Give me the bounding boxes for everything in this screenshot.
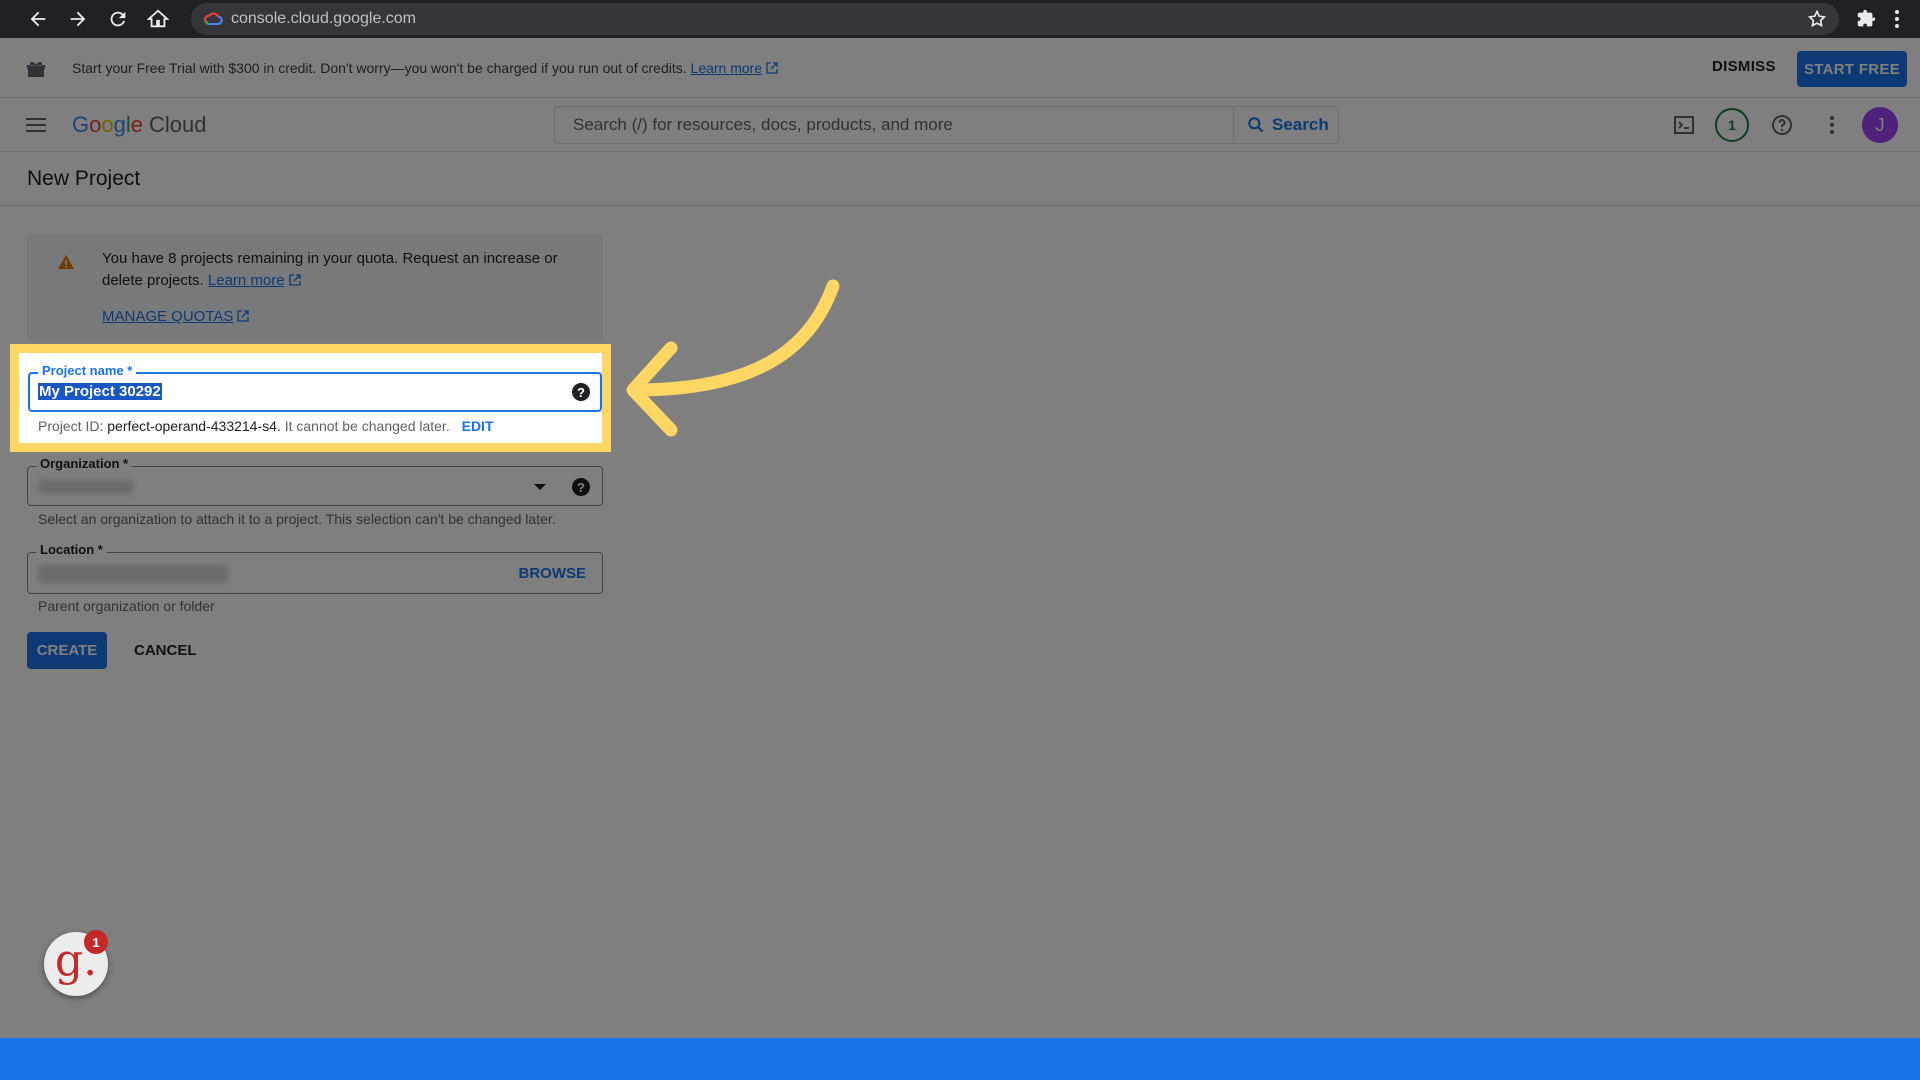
organization-select[interactable]: Organization * ? [27, 456, 603, 506]
back-icon[interactable] [18, 0, 58, 38]
pointer-arrow-icon [626, 279, 840, 437]
warning-icon [58, 255, 74, 269]
organization-hint: Select an organization to attach it to a… [38, 511, 556, 527]
cloud-shell-icon[interactable] [1672, 113, 1696, 137]
redacted-location-value [38, 565, 228, 583]
avatar[interactable]: J [1862, 107, 1898, 143]
forward-icon[interactable] [58, 0, 98, 38]
browser-menu-icon[interactable] [1893, 8, 1901, 30]
quota-message: You have 8 projects remaining in your qu… [102, 250, 558, 289]
project-name-help-icon[interactable]: ? [572, 383, 590, 401]
location-label: Location * [36, 542, 107, 557]
project-name-value: My Project 30292 [38, 383, 162, 400]
search-button[interactable]: Search [1233, 106, 1339, 144]
browser-toolbar: console.cloud.google.com [0, 0, 1920, 38]
guidde-widget[interactable]: g. 1 [44, 930, 108, 996]
trial-message: Start your Free Trial with $300 in credi… [72, 60, 687, 76]
page-title-bar: New Project [0, 152, 1920, 206]
url-text: console.cloud.google.com [231, 10, 417, 27]
organization-help-icon[interactable]: ? [572, 478, 590, 496]
google-cloud-logo[interactable]: Google Cloud [72, 112, 207, 138]
external-link-icon [288, 274, 301, 286]
reload-icon[interactable] [98, 0, 138, 38]
bottom-bar [0, 1038, 1920, 1080]
external-link-icon [237, 310, 250, 322]
location-hint: Parent organization or folder [38, 598, 215, 614]
gift-icon [27, 61, 45, 77]
home-icon[interactable] [138, 0, 178, 38]
page-title: New Project [27, 167, 141, 190]
search-input[interactable]: Search (/) for resources, docs, products… [554, 106, 1234, 144]
start-free-button[interactable]: START FREE [1797, 51, 1907, 87]
more-options-icon[interactable] [1820, 113, 1844, 137]
location-field[interactable]: Location * BROWSE [27, 542, 603, 594]
search-placeholder: Search (/) for resources, docs, products… [573, 115, 953, 134]
project-name-input[interactable]: Project name * My Project 30292 ? [28, 363, 602, 412]
bookmark-star-icon[interactable] [1807, 9, 1827, 29]
console-header: Google Cloud Search (/) for resources, do… [0, 98, 1920, 152]
quota-warning: You have 8 projects remaining in your qu… [27, 234, 603, 340]
dismiss-button[interactable]: DISMISS [1712, 58, 1776, 75]
address-bar[interactable]: console.cloud.google.com [191, 3, 1839, 35]
external-link-icon [766, 62, 778, 74]
quota-learn-more-link[interactable]: Learn more [208, 272, 301, 289]
notifications-badge[interactable]: 1 [1715, 108, 1749, 142]
browse-button[interactable]: BROWSE [519, 565, 587, 582]
project-name-label: Project name * [38, 363, 137, 378]
extensions-icon[interactable] [1855, 8, 1877, 30]
help-icon[interactable] [1770, 113, 1794, 137]
organization-label: Organization * [36, 456, 133, 471]
google-cloud-icon [203, 12, 223, 26]
create-button[interactable]: CREATE [27, 632, 107, 669]
chevron-down-icon[interactable] [534, 484, 546, 490]
manage-quotas-link[interactable]: MANAGE QUOTAS [102, 308, 250, 325]
project-id-value: perfect-operand-433214-s4. [107, 418, 281, 434]
edit-project-id-button[interactable]: EDIT [462, 418, 494, 434]
free-trial-banner: Start your Free Trial with $300 in credi… [0, 38, 1920, 98]
menu-icon[interactable] [26, 114, 50, 136]
cancel-button[interactable]: CANCEL [134, 642, 197, 659]
redacted-organization-value [38, 480, 133, 494]
trial-text: Start your Free Trial with $300 in credi… [72, 60, 778, 76]
trial-learn-more-link[interactable]: Learn more [691, 60, 779, 76]
guidde-badge: 1 [84, 930, 108, 954]
search-icon [1248, 117, 1264, 133]
project-id-line: Project ID: perfect-operand-433214-s4. I… [38, 418, 494, 434]
